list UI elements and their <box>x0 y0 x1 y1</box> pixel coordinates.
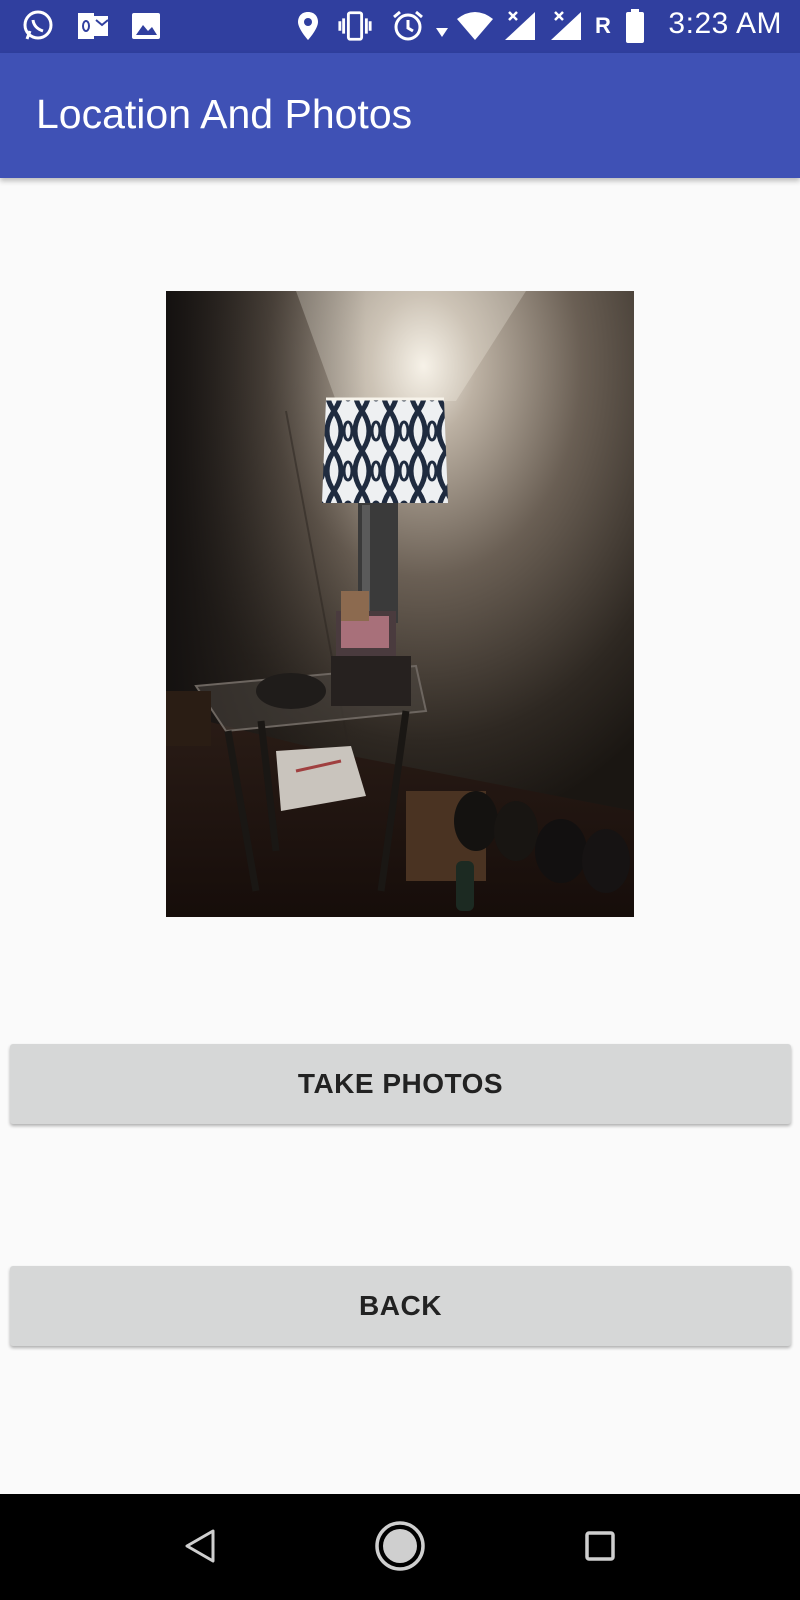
outlook-icon <box>75 8 111 44</box>
home-nav-icon[interactable] <box>368 1514 432 1578</box>
gallery-icon <box>128 8 164 44</box>
battery-icon <box>622 8 648 44</box>
alarm-icon <box>390 8 426 44</box>
back-nav-icon[interactable] <box>168 1514 232 1578</box>
app-bar: Location And Photos <box>0 53 800 178</box>
whatsapp-icon <box>20 8 56 44</box>
data-arrow-icon <box>432 14 452 50</box>
lamp-photo <box>166 291 634 917</box>
navigation-bar <box>0 1494 800 1600</box>
recents-nav-icon[interactable] <box>568 1514 632 1578</box>
signal-icon <box>502 8 538 44</box>
status-bar: R 3:23 AM <box>0 0 800 53</box>
status-time: 3:23 AM <box>668 7 782 40</box>
roaming-indicator: R <box>595 13 611 38</box>
vibrate-icon <box>337 8 373 44</box>
page-title: Location And Photos <box>36 91 413 137</box>
signal-icon <box>548 8 584 44</box>
take-photos-button[interactable]: TAKE PHOTOS <box>10 1044 791 1124</box>
wifi-icon <box>455 8 495 44</box>
location-icon <box>290 8 326 44</box>
back-button[interactable]: BACK <box>10 1266 791 1346</box>
